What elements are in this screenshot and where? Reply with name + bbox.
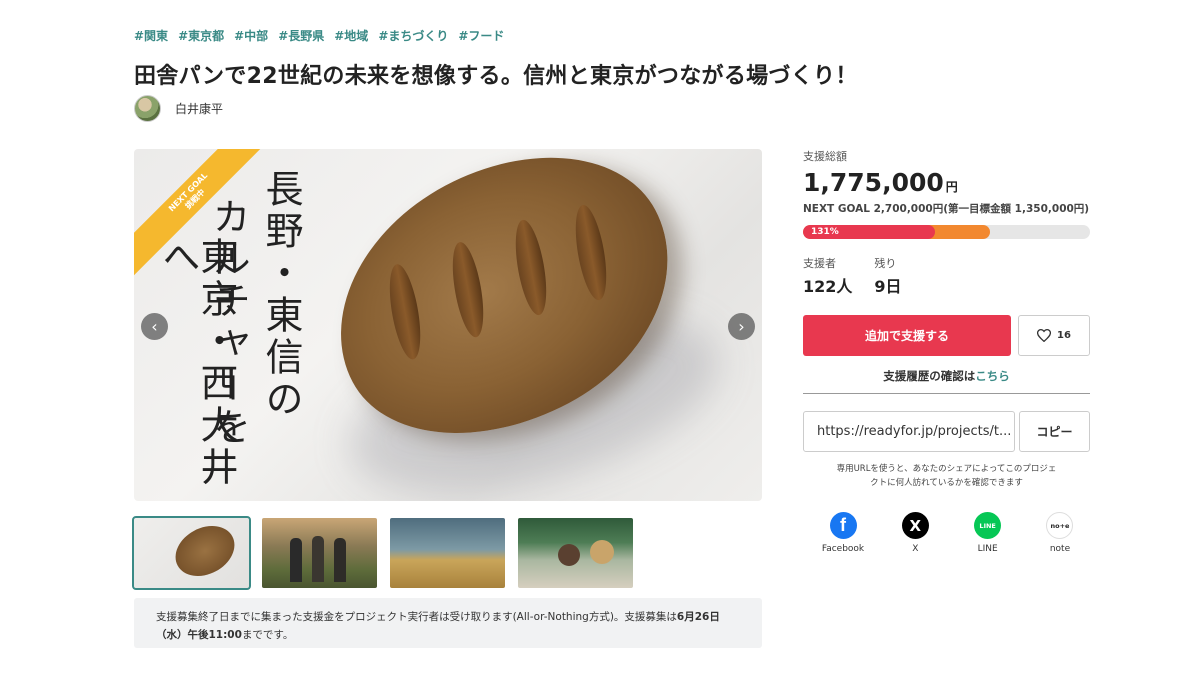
funding-notice: 支援募集終了日までに集まった支援金をプロジェクト実行者は受け取ります(All-o…: [134, 598, 762, 648]
bread-score: [446, 238, 490, 341]
project-title: 田舎パンで22世紀の未来を想像する。信州と東京がつながる場づくり！: [134, 64, 858, 89]
total-amount-value: 1,775,000: [803, 168, 944, 197]
next-image-button[interactable]: ›: [728, 313, 755, 340]
x-icon: X: [901, 512, 929, 539]
thumbnail-person: [290, 538, 302, 582]
share-url-note-line1: 専用URLを使うと、あなたのシェアによってこのプロジェ: [836, 464, 1057, 474]
share-line[interactable]: LINE LINE: [958, 512, 1018, 554]
remaining-value: 9日: [874, 277, 902, 296]
author-name[interactable]: 白井康平: [175, 100, 223, 117]
progress-bar: 131%: [803, 225, 1090, 239]
thumbnail-1[interactable]: [132, 516, 251, 590]
share-url-note: 専用URLを使うと、あなたのシェアによってこのプロジェ クトに何人訪れているかを…: [803, 462, 1090, 490]
thumbnail-person: [312, 536, 324, 582]
thumbnail-strip: [132, 516, 633, 590]
support-button[interactable]: 追加で支援する: [803, 315, 1011, 356]
facebook-icon: f: [829, 512, 857, 539]
share-facebook-label: Facebook: [821, 544, 865, 554]
funding-panel: 支援総額 1,775,000 円 NEXT GOAL 2,700,000円(第一目…: [803, 148, 1090, 554]
share-url-field[interactable]: https://readyfor.jp/projects/t...: [803, 411, 1015, 452]
tag-region[interactable]: #地域: [334, 27, 368, 44]
currency-label: 円: [945, 180, 958, 194]
thumbnail-4[interactable]: [518, 518, 633, 588]
share-x-label: X: [912, 544, 919, 554]
share-note[interactable]: no+e note: [1030, 512, 1090, 554]
remaining-label: 残り: [874, 257, 897, 270]
note-icon: no+e: [1046, 512, 1074, 539]
share-url-row: https://readyfor.jp/projects/t... コピー: [803, 411, 1090, 452]
favorite-count: 16: [1057, 330, 1071, 341]
notice-text: 支援募集終了日までに集まった支援金をプロジェクト実行者は受け取ります(All-o…: [156, 611, 677, 623]
total-label: 支援総額: [803, 150, 847, 163]
tag-nagano[interactable]: #長野県: [278, 27, 324, 44]
share-x[interactable]: X X: [885, 512, 945, 554]
progress-percent: 131%: [811, 227, 839, 237]
stats-row: 支援者 122人 残り 9日: [803, 255, 1090, 297]
history-link[interactable]: こちら: [975, 369, 1010, 383]
notice-end: までです。: [241, 629, 294, 641]
tag-food[interactable]: #フード: [458, 27, 504, 44]
action-buttons: 追加で支援する 16: [803, 315, 1090, 356]
hero-vertical-text-3: 東京・西大井へ: [156, 237, 238, 489]
support-history: 支援履歴の確認はこちら: [803, 368, 1090, 394]
supporters-label: 支援者: [803, 257, 836, 270]
chevron-right-icon: ›: [738, 317, 745, 336]
tag-tokyo[interactable]: #東京都: [178, 27, 224, 44]
history-text: 支援履歴の確認は: [883, 369, 976, 383]
share-note-label: note: [1049, 544, 1071, 554]
tag-chubu[interactable]: #中部: [234, 27, 268, 44]
author-avatar[interactable]: [134, 95, 161, 122]
copy-button[interactable]: コピー: [1019, 411, 1090, 452]
bread-score: [509, 216, 553, 319]
thumbnail-3[interactable]: [390, 518, 505, 588]
hero-vertical-text-1: 長野・東信の: [259, 169, 303, 421]
total-amount: 1,775,000 円: [803, 168, 1090, 197]
share-line-label: LINE: [977, 544, 998, 554]
bread-score: [383, 260, 427, 363]
thumbnail-person: [558, 544, 580, 566]
favorite-button[interactable]: 16: [1018, 315, 1090, 356]
prev-image-button[interactable]: ‹: [141, 313, 168, 340]
tag-machizukuri[interactable]: #まちづくり: [378, 27, 448, 44]
share-url-note-line2: クトに何人訪れているかを確認できます: [870, 478, 1023, 488]
thumbnail-2[interactable]: [262, 518, 377, 588]
next-goal-text: NEXT GOAL 2,700,000円(第一目標金額 1,350,000円): [803, 203, 1090, 215]
thumbnail-person: [590, 540, 614, 564]
hero-image: NEXT GOAL 挑戦中 長野・東信の カルチャーを 東京・西大井へ ‹ ›: [134, 149, 762, 501]
heart-icon: [1037, 329, 1052, 342]
share-facebook[interactable]: f Facebook: [813, 512, 873, 554]
bread-score: [569, 201, 613, 304]
tag-list: #関東 #東京都 #中部 #長野県 #地域 #まちづくり #フード: [134, 27, 504, 44]
thumbnail-bread: [166, 518, 244, 586]
supporters-stat: 支援者 122人: [803, 255, 852, 297]
thumbnail-person: [334, 538, 346, 582]
tag-kanto[interactable]: #関東: [134, 27, 168, 44]
chevron-left-icon: ‹: [151, 317, 158, 336]
share-buttons: f Facebook X X LINE LINE no+e note: [803, 512, 1090, 554]
author-info[interactable]: 白井康平: [134, 95, 223, 122]
supporters-value: 122人: [803, 277, 853, 296]
remaining-stat: 残り 9日: [874, 255, 901, 297]
line-icon: LINE: [974, 512, 1002, 539]
